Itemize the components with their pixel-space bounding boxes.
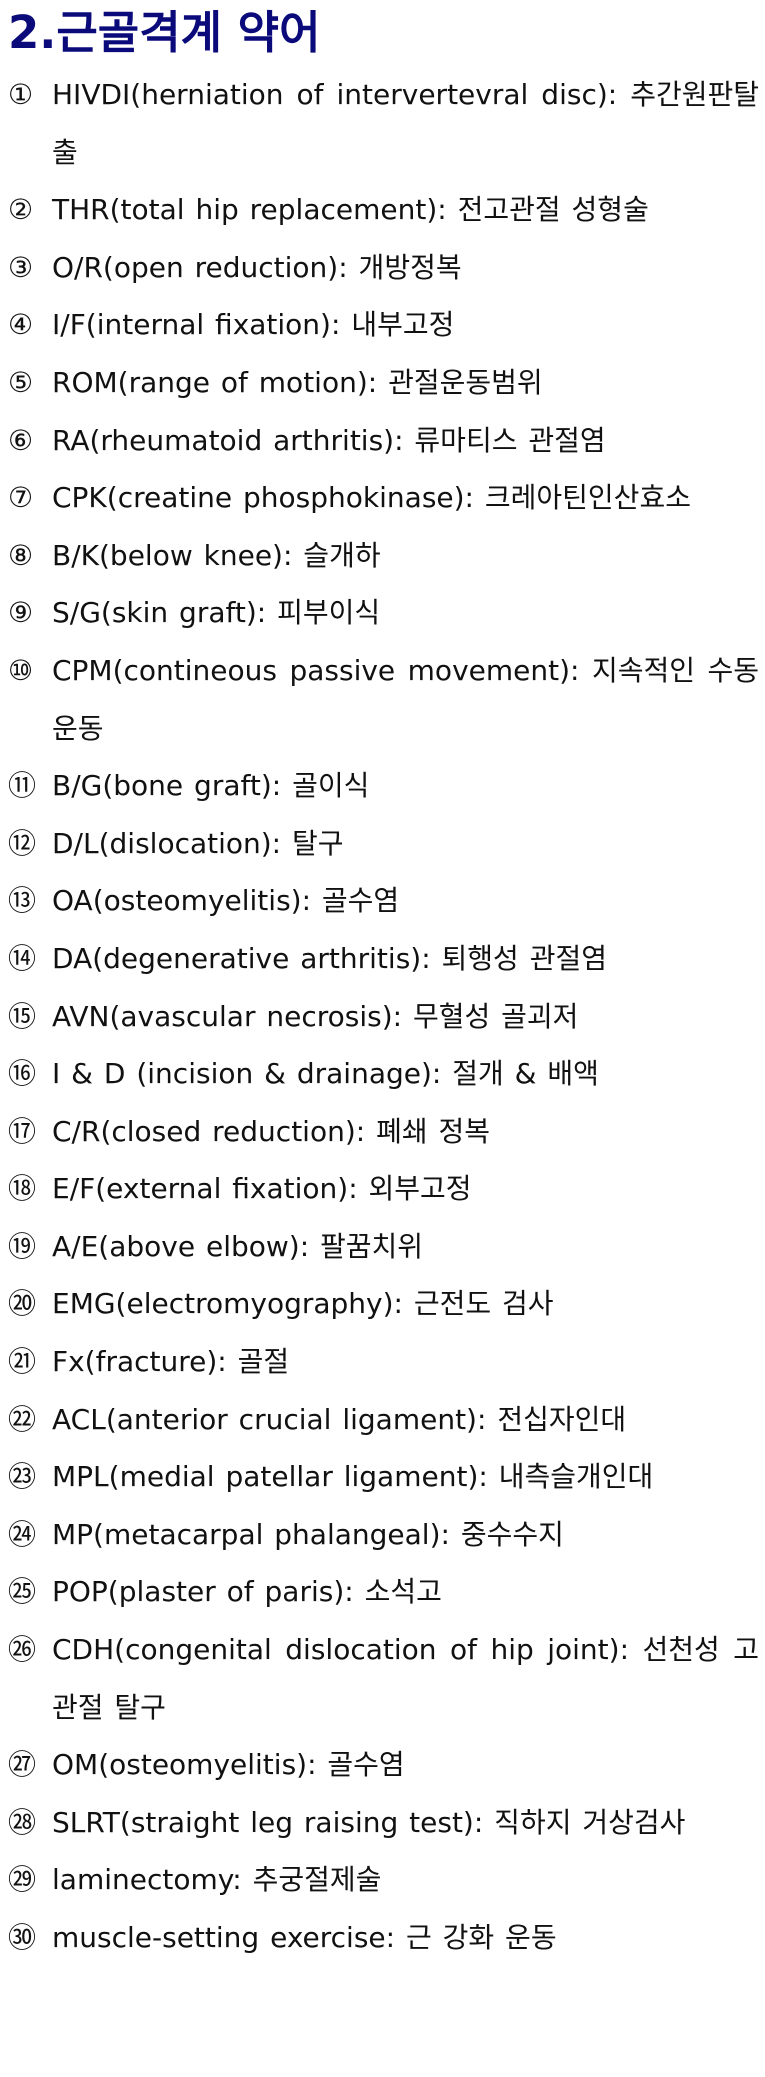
item-number: ㉓ xyxy=(8,1460,37,1494)
item-number: ㉕ xyxy=(8,1575,37,1609)
item-text: B/G(bone graft): 골이식 xyxy=(52,769,370,803)
item-text: SLRT(straight leg raising test): 직하지 거상검… xyxy=(52,1805,686,1839)
item-number: ⑥ xyxy=(8,423,34,457)
item-text: AVN(avascular necrosis): 무혈성 골괴저 xyxy=(52,999,579,1033)
list-item: ④ I/F(internal fixation): 내부고정 xyxy=(8,296,759,354)
list-item: ㉒ ACL(anterior crucial ligament): 전십자인대 xyxy=(8,1391,759,1449)
list-item: ⑤ ROM(range of motion): 관절운동범위 xyxy=(8,354,759,412)
list-item: ⑪ B/G(bone graft): 골이식 xyxy=(8,757,759,815)
item-number: ⑤ xyxy=(8,365,34,399)
item-number: ⑧ xyxy=(8,538,34,572)
item-number: ⑦ xyxy=(8,481,34,515)
list-item: ⑦ CPK(creatine phosphokinase): 크레아틴인산효소 xyxy=(8,469,759,527)
list-item: ㉓ MPL(medial patellar ligament): 내측슬개인대 xyxy=(8,1448,759,1506)
item-number: ③ xyxy=(8,250,34,284)
item-text: POP(plaster of paris): 소석고 xyxy=(52,1575,442,1609)
item-number: ㉘ xyxy=(8,1805,37,1839)
item-text: I & D (incision & drainage): 절개 & 배액 xyxy=(52,1057,599,1091)
section-title: 2.근골격계 약어 xyxy=(8,6,321,59)
item-text: D/L(dislocation): 탈구 xyxy=(52,826,344,860)
item-text: MP(metacarpal phalangeal): 중수수지 xyxy=(52,1517,564,1551)
item-text: Fx(fracture): 골절 xyxy=(52,1345,290,1379)
item-text: laminectomy: 추궁절제술 xyxy=(52,1863,382,1897)
list-item: ⑭ DA(degenerative arthritis): 퇴행성 관절염 xyxy=(8,930,759,988)
list-item: ㉖ CDH(congenital dislocation of hip joint… xyxy=(8,1621,759,1736)
item-text: HIVDI(herniation of intervertevral disc)… xyxy=(52,78,759,169)
list-item: ㉙ laminectomy: 추궁절제술 xyxy=(8,1851,759,1909)
item-number: ④ xyxy=(8,308,34,342)
item-number: ⑮ xyxy=(8,999,37,1033)
item-number: ⑬ xyxy=(8,884,37,918)
item-number: ㉔ xyxy=(8,1517,37,1551)
item-number: ㉗ xyxy=(8,1748,37,1782)
list-item: ㉔ MP(metacarpal phalangeal): 중수수지 xyxy=(8,1506,759,1564)
item-number: ⑫ xyxy=(8,826,37,860)
list-item: ③ O/R(open reduction): 개방정복 xyxy=(8,239,759,297)
list-item: ㉑ Fx(fracture): 골절 xyxy=(8,1333,759,1391)
item-text: MPL(medial patellar ligament): 내측슬개인대 xyxy=(52,1460,654,1494)
item-number: ⑱ xyxy=(8,1172,37,1206)
item-number: ㉚ xyxy=(8,1921,37,1954)
list-item: ⑩ CPM(contineous passive movement): 지속적인 … xyxy=(8,642,759,757)
item-number: ㉑ xyxy=(8,1345,37,1379)
item-text: OA(osteomyelitis): 골수염 xyxy=(52,884,400,918)
item-number: ㉒ xyxy=(8,1402,37,1436)
list-item: ㉕ POP(plaster of paris): 소석고 xyxy=(8,1563,759,1621)
item-text: A/E(above elbow): 팔꿈치위 xyxy=(52,1229,424,1263)
list-item: ① HIVDI(herniation of intervertevral disc… xyxy=(8,66,759,181)
item-number: ⑳ xyxy=(8,1287,37,1321)
abbreviation-list: ① HIVDI(herniation of intervertevral disc… xyxy=(8,66,759,1967)
list-item: ⑰ C/R(closed reduction): 폐쇄 정복 xyxy=(8,1103,759,1161)
item-text: C/R(closed reduction): 폐쇄 정복 xyxy=(52,1114,491,1148)
item-number: ⑭ xyxy=(8,941,37,975)
item-text: E/F(external fixation): 외부고정 xyxy=(52,1172,472,1206)
list-item: ⑮ AVN(avascular necrosis): 무혈성 골괴저 xyxy=(8,988,759,1046)
list-item: ㉘ SLRT(straight leg raising test): 직하지 거상… xyxy=(8,1794,759,1852)
list-item: ⑱ E/F(external fixation): 외부고정 xyxy=(8,1160,759,1218)
list-item: ⑧ B/K(below knee): 슬개하 xyxy=(8,527,759,585)
item-number: ㉙ xyxy=(8,1863,37,1897)
item-text: DA(degenerative arthritis): 퇴행성 관절염 xyxy=(52,941,607,975)
item-number: ⑨ xyxy=(8,596,34,630)
document-page: 2.근골격계 약어 ① HIVDI(herniation of intervert… xyxy=(0,0,765,2077)
list-item: ⑯ I & D (incision & drainage): 절개 & 배액 xyxy=(8,1045,759,1103)
item-text: CDH(congenital dislocation of hip joint)… xyxy=(52,1633,759,1724)
item-number: ⑯ xyxy=(8,1057,37,1091)
list-item: ② THR(total hip replacement): 전고관절 성형술 xyxy=(8,181,759,239)
item-text: THR(total hip replacement): 전고관절 성형술 xyxy=(52,193,649,227)
item-text: OM(osteomyelitis): 골수염 xyxy=(52,1748,405,1782)
list-item: ⑥ RA(rheumatoid arthritis): 류마티스 관절염 xyxy=(8,412,759,470)
list-item: ⑲ A/E(above elbow): 팔꿈치위 xyxy=(8,1218,759,1276)
item-text: ROM(range of motion): 관절운동범위 xyxy=(52,365,543,399)
item-number: ⑪ xyxy=(8,769,37,803)
item-text: muscle-setting exercise: 근 강화 운동 xyxy=(52,1921,557,1954)
item-number: ⑩ xyxy=(8,653,34,687)
item-number: ⑰ xyxy=(8,1114,37,1148)
list-item: ㉗ OM(osteomyelitis): 골수염 xyxy=(8,1736,759,1794)
list-item: ㉚ muscle-setting exercise: 근 강화 운동 xyxy=(8,1909,759,1967)
item-text: B/K(below knee): 슬개하 xyxy=(52,538,381,572)
item-text: CPM(contineous passive movement): 지속적인 수… xyxy=(52,653,759,745)
list-item: ⑫ D/L(dislocation): 탈구 xyxy=(8,815,759,873)
item-text: RA(rheumatoid arthritis): 류마티스 관절염 xyxy=(52,423,606,457)
item-number: ㉖ xyxy=(8,1633,37,1667)
item-text: CPK(creatine phosphokinase): 크레아틴인산효소 xyxy=(52,481,691,515)
item-text: I/F(internal fixation): 내부고정 xyxy=(52,308,455,342)
list-item: ⑨ S/G(skin graft): 피부이식 xyxy=(8,584,759,642)
list-item: ⑬ OA(osteomyelitis): 골수염 xyxy=(8,872,759,930)
item-number: ⑲ xyxy=(8,1229,37,1263)
item-number: ① xyxy=(8,78,34,111)
item-text: O/R(open reduction): 개방정복 xyxy=(52,250,462,284)
item-number: ② xyxy=(8,193,34,227)
item-text: EMG(electromyography): 근전도 검사 xyxy=(52,1287,554,1321)
item-text: ACL(anterior crucial ligament): 전십자인대 xyxy=(52,1402,627,1436)
list-item: ⑳ EMG(electromyography): 근전도 검사 xyxy=(8,1275,759,1333)
item-text: S/G(skin graft): 피부이식 xyxy=(52,596,381,630)
